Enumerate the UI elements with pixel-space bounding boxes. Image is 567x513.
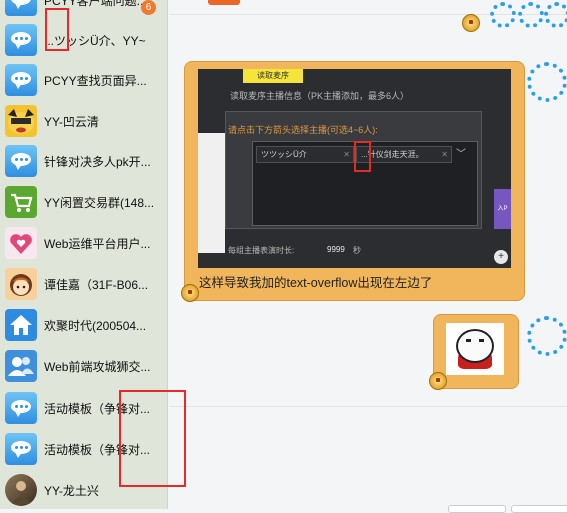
annotation-box <box>45 8 69 51</box>
contact-item[interactable]: 针锋对决多人pk开... <box>0 141 167 181</box>
top-button[interactable] <box>208 0 240 5</box>
contact-name: YY闲置交易群(148... <box>44 195 155 210</box>
sticker-face <box>456 329 494 363</box>
contact-item[interactable]: Web前端攻城狮交... <box>0 346 167 386</box>
sticker-image[interactable] <box>446 323 504 375</box>
send-button[interactable] <box>511 505 567 513</box>
bubble-icon <box>5 145 37 177</box>
home-icon <box>5 309 37 341</box>
close-button[interactable] <box>448 505 506 513</box>
contact-name: PCYY查找页面异... <box>44 73 147 88</box>
contact-name: 欢聚时代(200504... <box>44 318 147 333</box>
contact-item[interactable]: Web运维平台用户... <box>0 223 167 263</box>
bubble-icon <box>5 0 37 16</box>
contact-item[interactable]: 欢聚时代(200504... <box>0 305 167 345</box>
annotation-box <box>354 141 371 172</box>
contact-item[interactable]: ...ツッシÜ介、YY~ <box>0 20 167 60</box>
girl-avatar-icon <box>5 268 37 300</box>
annotation-box <box>119 390 186 487</box>
vip-icon <box>181 284 199 302</box>
bubble-icon <box>5 64 37 96</box>
zoom-icon[interactable]: + <box>494 250 508 264</box>
contact-item[interactable]: YY闲置交易群(148... <box>0 182 167 222</box>
contact-name: 谭佳嘉（31F-B06... <box>44 277 149 292</box>
decoration-ring-icon <box>518 2 544 28</box>
decoration-ring-icon <box>544 2 567 28</box>
contact-item[interactable]: 谭佳嘉（31F-B06... <box>0 264 167 304</box>
message-text: 这样导致我加的text-overflow出现在左边了 <box>199 276 433 290</box>
heart-icon <box>5 227 37 259</box>
decoration-ring-icon <box>490 2 516 28</box>
photo-avatar-icon <box>5 474 37 506</box>
message-screenshot-image[interactable]: 读取麦序 读取麦序主播信息（PK主播添加，最多6人） 请点击下方箭头选择主播(可… <box>198 69 511 268</box>
screenshot-footer-value: 9999 <box>327 245 345 254</box>
contact-name: Web前端攻城狮交... <box>44 359 151 374</box>
tag-close-icon: ✕ <box>441 150 448 159</box>
cartoon-face-icon <box>5 105 37 137</box>
contact-name: Web运维平台用户... <box>44 236 151 251</box>
sticker-eye <box>466 339 471 342</box>
unread-badge: 6 <box>141 0 156 15</box>
contact-item[interactable]: YY-凹云清 <box>0 101 167 141</box>
contact-item[interactable]: PCYY客户端问题... 6 <box>0 0 167 20</box>
screenshot-footer-label: 每组主播表演时长: <box>228 246 295 255</box>
contact-name: YY-凹云清 <box>44 114 99 129</box>
cart-icon <box>5 186 37 218</box>
composer-divider <box>170 406 567 407</box>
contact-item[interactable]: PCYY查找页面异... <box>0 60 167 100</box>
screenshot-tag: ツツッシÜ介 ✕ <box>256 146 354 163</box>
bubble-icon <box>5 392 37 424</box>
screenshot-footer-unit: 秒 <box>353 246 361 255</box>
people-icon <box>5 350 37 382</box>
screenshot-select-hint: 请点击下方箭头选择主播(可选4~6人): <box>228 125 378 135</box>
sticker-eye <box>479 339 484 342</box>
screenshot-left-strip <box>198 133 225 253</box>
screenshot-hint: 读取麦序主播信息（PK主播添加，最多6人） <box>230 91 410 101</box>
contact-name: 针锋对决多人pk开... <box>44 154 151 169</box>
bubble-icon <box>5 433 37 465</box>
screenshot-side-label: 入P <box>494 189 511 229</box>
tag-label: ツツッシÜ介 <box>261 150 307 159</box>
chevron-down-icon: ﹀ <box>456 149 466 160</box>
screenshot-button: 读取麦序 <box>243 69 303 83</box>
vip-icon <box>429 372 447 390</box>
tag-close-icon: ✕ <box>343 150 350 159</box>
decoration-ring-icon <box>527 316 567 356</box>
vip-icon <box>462 14 480 32</box>
bubble-icon <box>5 24 37 56</box>
decoration-ring-icon <box>527 62 567 102</box>
